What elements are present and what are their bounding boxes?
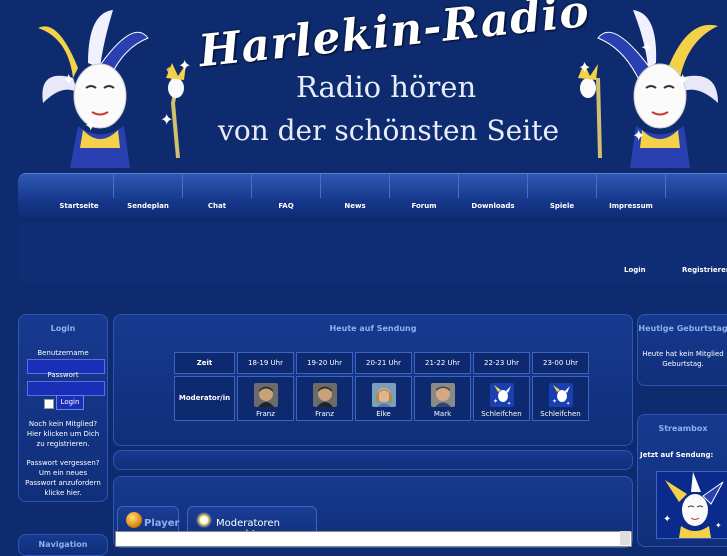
moderator-photo (253, 383, 278, 407)
login-button[interactable]: Login (56, 395, 84, 410)
moderator-photo (430, 383, 455, 407)
moderator-photo (371, 383, 396, 407)
moderator-name: Schleifchen (481, 410, 522, 418)
nav-downloads[interactable]: Downloads (463, 202, 523, 210)
streambox-title: Streambox (658, 424, 708, 433)
jester-avatar-icon: ✦ ✦ (548, 383, 573, 407)
spacer-bar (113, 450, 633, 470)
remember-checkbox[interactable] (44, 399, 54, 409)
moderator-name: Mark (433, 410, 452, 418)
jester-right-logo (578, 10, 718, 168)
login-panel-title: Login (50, 324, 76, 333)
time-slot: 19-20 Uhr (296, 352, 353, 374)
moderator-cell[interactable]: ✦ ✦ Schleifchen (532, 376, 589, 421)
password-input[interactable] (27, 381, 105, 396)
time-slot: 21-22 Uhr (414, 352, 471, 374)
moderator-cell[interactable]: Elke (355, 376, 412, 421)
nav-chat[interactable]: Chat (187, 202, 247, 210)
sparkle-icon: ✦ (178, 56, 192, 75)
nav-faq[interactable]: FAQ (256, 202, 316, 210)
site-title: Harlekin-Radio (196, 0, 592, 78)
birthday-panel: Heutige Geburtstag Heute hat kein Mitgli… (637, 314, 727, 386)
birthday-title: Heutige Geburtstag (638, 324, 727, 333)
schedule-panel: Heute auf Sendung Zeit 18-19 Uhr 19-20 U… (113, 314, 633, 446)
nav-forum[interactable]: Forum (394, 202, 454, 210)
time-slot: 23-00 Uhr (532, 352, 589, 374)
sparkle-icon: ✦ (160, 110, 174, 129)
svg-text:✦: ✦ (566, 401, 570, 407)
now-on-air-label: Jetzt auf Sendung: (640, 451, 714, 459)
moderator-cell[interactable]: Franz (237, 376, 294, 421)
nav-impressum[interactable]: Impressum (601, 202, 661, 210)
time-header: Zeit (174, 352, 235, 374)
moderator-header: Moderator/in (174, 376, 235, 421)
nav-sendeplan[interactable]: Sendeplan (118, 202, 178, 210)
moderator-cell[interactable]: ✦ ✦ Schleifchen (473, 376, 530, 421)
moderator-cell[interactable]: Franz (296, 376, 353, 421)
svg-text:✦: ✦ (493, 398, 498, 405)
password-label: Passwort (47, 371, 79, 379)
sparkle-icon: ✦ (640, 38, 654, 57)
nav-news[interactable]: News (325, 202, 385, 210)
schedule-title: Heute auf Sendung (329, 324, 417, 333)
register-link[interactable]: Noch kein Mitglied? Hier klicken um Dich… (23, 419, 103, 449)
moderator-cell[interactable]: Mark (414, 376, 471, 421)
schedule-table: Zeit 18-19 Uhr 19-20 Uhr 20-21 Uhr 21-22… (172, 350, 591, 423)
player-icon (126, 512, 142, 528)
svg-text:✦: ✦ (552, 398, 557, 405)
sparkle-icon: ✦ (84, 116, 98, 135)
moderator-name: Elke (376, 410, 391, 418)
sparkle-icon: ✦ (578, 58, 592, 77)
birthday-text: Heute hat kein Mitglied Geburtstag. (642, 350, 724, 368)
tab-player-label: Player (144, 518, 180, 529)
moderator-name: Schleifchen (540, 410, 581, 418)
moderator-name: Franz (315, 410, 334, 418)
navigation-panel: Navigation (18, 534, 108, 556)
forgot-password-link[interactable]: Passwort vergessen? Um ein neues Passwor… (23, 458, 103, 498)
svg-text:✦: ✦ (507, 401, 511, 407)
tagline-2: von der schönsten Seite (218, 114, 560, 147)
sub-nav: Login Registrieren (18, 222, 727, 284)
streambox-panel: Streambox Jetzt auf Sendung: ✦ ✦ (637, 414, 727, 547)
svg-text:✦: ✦ (663, 514, 671, 525)
nav-spiele[interactable]: Spiele (532, 202, 592, 210)
tagline-1: Radio hören (296, 70, 477, 104)
subnav-login-link[interactable]: Login (624, 266, 646, 274)
moderator-photo (312, 383, 337, 407)
time-slot: 22-23 Uhr (473, 352, 530, 374)
time-slot: 18-19 Uhr (237, 352, 294, 374)
nav-startseite[interactable]: Startseite (49, 202, 109, 210)
time-slot: 20-21 Uhr (355, 352, 412, 374)
username-label: Benutzername (37, 349, 89, 357)
login-panel: Login Benutzername Passwort Login Noch k… (18, 314, 108, 502)
sparkle-icon: ✦ (62, 70, 76, 89)
jester-avatar-icon: ✦ ✦ (489, 383, 514, 407)
jester-icon (196, 512, 212, 528)
svg-text:✦: ✦ (715, 521, 722, 530)
subnav-register-link[interactable]: Registrieren (682, 266, 727, 274)
sparkle-icon: ✦ (676, 70, 690, 89)
moderator-name: Franz (256, 410, 275, 418)
header-banner: ✦ ✦ ✦ ✦ ✦ ✦ ✦ ✦ Harlekin-Radio Radio hör… (0, 0, 727, 172)
jester-avatar-icon: ✦ ✦ (656, 471, 727, 539)
scrollbar[interactable] (620, 531, 630, 545)
main-nav: Startseite Sendeplan Chat FAQ News Forum… (18, 173, 727, 218)
sparkle-icon: ✦ (632, 126, 646, 145)
